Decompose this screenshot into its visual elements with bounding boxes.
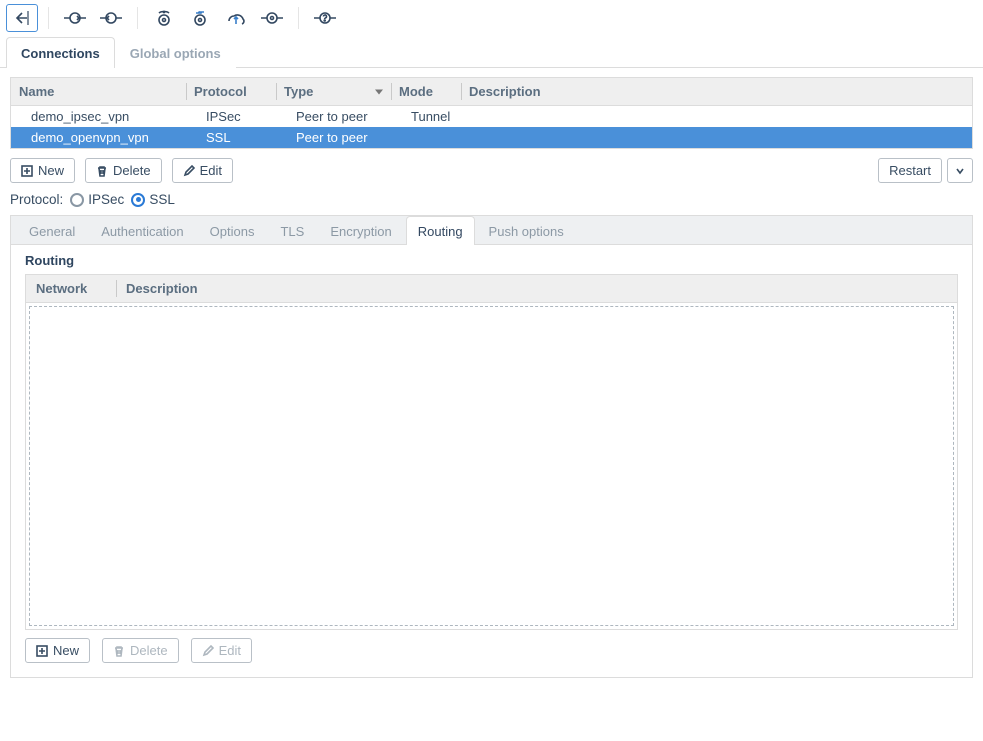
edit-button[interactable]: Edit: [172, 158, 233, 183]
routing-new-button[interactable]: New: [25, 638, 90, 663]
routing-header: Network Description: [26, 275, 957, 303]
cell-protocol: SSL: [186, 127, 276, 148]
cell-mode: Tunnel: [391, 106, 461, 127]
protocol-label: Protocol:: [10, 192, 63, 207]
restart-button[interactable]: Restart: [878, 158, 942, 183]
cell-desc: [461, 127, 972, 148]
protocol-selector: Protocol: IPSec SSL: [10, 192, 973, 207]
cell-name: demo_openvpn_vpn: [11, 127, 186, 148]
cell-mode: [391, 127, 461, 148]
upload-cloud-icon[interactable]: [220, 4, 252, 32]
sub-tabs: General Authentication Options TLS Encry…: [11, 216, 972, 245]
sort-caret-icon: [375, 89, 383, 94]
tab-general[interactable]: General: [17, 216, 87, 245]
vpn-table: Name Protocol Type Mode Description demo…: [10, 77, 973, 149]
col-name[interactable]: Name: [11, 78, 186, 105]
col-mode[interactable]: Mode: [391, 78, 461, 105]
cell-type: Peer to peer: [276, 106, 391, 127]
tab-routing[interactable]: Routing: [406, 216, 475, 245]
delete-button[interactable]: Delete: [85, 158, 162, 183]
routing-title: Routing: [25, 253, 958, 268]
tab-push-options[interactable]: Push options: [477, 216, 576, 245]
col-network[interactable]: Network: [26, 275, 116, 302]
toolbar-separator: [48, 7, 49, 29]
gear-circle-icon[interactable]: [256, 4, 288, 32]
tab-global-options[interactable]: Global options: [115, 37, 236, 68]
routing-actions: New Delete Edit: [25, 638, 958, 663]
table-header: Name Protocol Type Mode Description: [11, 78, 972, 106]
routing-delete-button: Delete: [102, 638, 179, 663]
tab-authentication[interactable]: Authentication: [89, 216, 195, 245]
radio-ipsec[interactable]: IPSec: [70, 192, 124, 207]
gear-eye-icon[interactable]: [148, 4, 180, 32]
col-description[interactable]: Description: [116, 275, 957, 302]
tab-tls[interactable]: TLS: [268, 216, 316, 245]
toolbar-separator: [137, 7, 138, 29]
cell-protocol: IPSec: [186, 106, 276, 127]
table-row[interactable]: demo_openvpn_vpn SSL Peer to peer: [11, 127, 972, 148]
col-description[interactable]: Description: [461, 78, 972, 105]
help-circle-icon[interactable]: [309, 4, 341, 32]
back-icon[interactable]: [6, 4, 38, 32]
main-tabs: Connections Global options: [0, 37, 983, 68]
arrow-left-circle-icon[interactable]: [95, 4, 127, 32]
detail-panel: General Authentication Options TLS Encry…: [10, 215, 973, 678]
cell-name: demo_ipsec_vpn: [11, 106, 186, 127]
tab-encryption[interactable]: Encryption: [318, 216, 403, 245]
col-type[interactable]: Type: [276, 78, 391, 105]
cell-desc: [461, 106, 972, 127]
table-row[interactable]: demo_ipsec_vpn IPSec Peer to peer Tunnel: [11, 106, 972, 127]
col-protocol[interactable]: Protocol: [186, 78, 276, 105]
table-actions: New Delete Edit Restart: [10, 158, 973, 183]
routing-drop-area[interactable]: [29, 306, 954, 626]
tab-connections[interactable]: Connections: [6, 37, 115, 68]
top-toolbar: [0, 0, 983, 37]
gear-swap-icon[interactable]: [184, 4, 216, 32]
toolbar-separator: [298, 7, 299, 29]
cell-type: Peer to peer: [276, 127, 391, 148]
radio-ssl[interactable]: SSL: [131, 192, 175, 207]
restart-dropdown[interactable]: [947, 158, 973, 183]
tab-options[interactable]: Options: [198, 216, 267, 245]
new-button[interactable]: New: [10, 158, 75, 183]
routing-table: Network Description: [25, 274, 958, 630]
routing-panel: Routing Network Description New Delete E…: [11, 245, 972, 677]
arrow-right-circle-icon[interactable]: [59, 4, 91, 32]
routing-edit-button: Edit: [191, 638, 252, 663]
